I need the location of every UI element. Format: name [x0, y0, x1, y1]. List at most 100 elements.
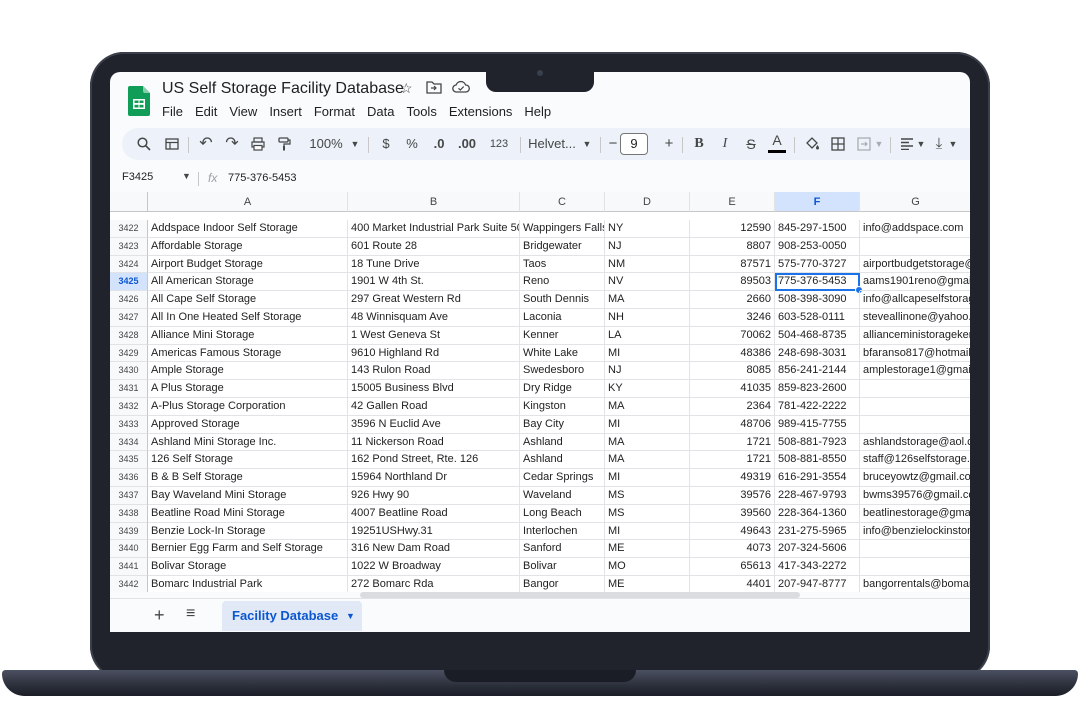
increase-decimal-button[interactable]: .00 [454, 128, 480, 160]
cell-e[interactable]: 12590 [690, 220, 775, 238]
cell-g[interactable]: steveallinone@yahoo.co [860, 309, 970, 327]
cell-f[interactable]: 207-324-5606 [775, 540, 860, 559]
row-header[interactable]: 3442 [110, 576, 148, 592]
vertical-align-dropdown-icon[interactable]: ▼ [948, 128, 958, 160]
menu-view[interactable]: View [229, 104, 257, 119]
cell-c[interactable]: Swedesboro [520, 362, 605, 381]
cell-g[interactable]: bangorrentals@bomarc [860, 576, 970, 592]
cell-a[interactable]: Americas Famous Storage [148, 344, 348, 363]
cell-d[interactable]: NV [605, 273, 690, 292]
column-header-a[interactable]: A [148, 192, 348, 212]
row-header[interactable]: 3438 [110, 504, 148, 523]
cell-e[interactable]: 8085 [690, 362, 775, 381]
cell-a[interactable]: Bernier Egg Farm and Self Storage [148, 540, 348, 559]
cell-c[interactable]: Bridgewater [520, 237, 605, 256]
cell-d[interactable]: LA [605, 326, 690, 345]
cell-d[interactable]: MI [605, 415, 690, 434]
row-header[interactable]: 3434 [110, 433, 148, 452]
cell-e[interactable]: 87571 [690, 255, 775, 274]
cell-b[interactable]: 11 Nickerson Road [348, 433, 520, 452]
cell-c[interactable]: Bangor [520, 576, 605, 592]
cell-f[interactable]: 845-297-1500 [775, 220, 860, 238]
menu-help[interactable]: Help [524, 104, 551, 119]
cell-f[interactable]: 781-422-2222 [775, 398, 860, 416]
cell-d[interactable]: MI [605, 522, 690, 541]
cell-a[interactable]: Beatline Road Mini Storage [148, 504, 348, 523]
cell-b[interactable]: 15005 Business Blvd [348, 380, 520, 398]
merge-cells-icon[interactable] [854, 128, 874, 160]
cell-b[interactable]: 316 New Dam Road [348, 540, 520, 559]
row-header[interactable]: 3437 [110, 487, 148, 505]
cell-a[interactable]: Alliance Mini Storage [148, 326, 348, 345]
cell-a[interactable]: All American Storage [148, 273, 348, 292]
cell-b[interactable]: 48 Winnisquam Ave [348, 309, 520, 327]
cell-b[interactable]: 926 Hwy 90 [348, 487, 520, 505]
row-header[interactable]: 3433 [110, 415, 148, 434]
redo-icon[interactable]: ↷ [222, 128, 242, 160]
cell-f[interactable]: 908-253-0050 [775, 237, 860, 256]
cell-f[interactable]: 616-291-3554 [775, 469, 860, 487]
cell-b[interactable]: 143 Rulon Road [348, 362, 520, 381]
cell-f[interactable]: 603-528-0111 [775, 309, 860, 327]
cell-g[interactable]: beatlinestorage@gmail. [860, 505, 970, 523]
cell-g[interactable]: bwms39576@gmail.com [860, 487, 970, 505]
cell-g[interactable]: bruceyowtz@gmail.com [860, 469, 970, 487]
text-color-button[interactable]: A [768, 128, 786, 153]
borders-icon[interactable] [828, 128, 848, 160]
cell-e[interactable]: 39576 [690, 487, 775, 505]
cell-d[interactable]: MI [605, 344, 690, 363]
column-header-g[interactable]: G [860, 192, 970, 212]
cell-g[interactable]: airportbudgetstorage@y [860, 256, 970, 274]
cell-b[interactable]: 1022 W Broadway [348, 558, 520, 576]
cell-g[interactable] [860, 416, 970, 434]
cell-a[interactable]: A Plus Storage [148, 380, 348, 398]
cell-c[interactable]: Wappingers Falls [520, 220, 605, 238]
cell-f[interactable]: 504-468-8735 [775, 326, 860, 345]
cell-a[interactable]: Addspace Indoor Self Storage [148, 220, 348, 238]
cell-g[interactable] [860, 540, 970, 559]
cell-e[interactable]: 65613 [690, 558, 775, 576]
strikethrough-button[interactable]: S [742, 128, 760, 160]
bold-button[interactable]: B [690, 128, 708, 160]
cell-e[interactable]: 2364 [690, 398, 775, 416]
cell-g[interactable]: amplestorage1@gmail.c [860, 362, 970, 381]
currency-format-button[interactable]: $ [378, 128, 394, 160]
cell-b[interactable]: 297 Great Western Rd [348, 291, 520, 309]
cell-b[interactable]: 1901 W 4th St. [348, 273, 520, 292]
cell-b[interactable]: 19251USHwy.31 [348, 522, 520, 541]
document-title[interactable]: US Self Storage Facility Database [162, 80, 404, 98]
row-header[interactable]: 3441 [110, 558, 148, 576]
paint-format-icon[interactable] [274, 128, 294, 160]
menu-tools[interactable]: Tools [406, 104, 436, 119]
cell-g[interactable]: allianceministoragekenr [860, 327, 970, 345]
all-sheets-icon[interactable]: ≡ [186, 605, 195, 623]
row-header[interactable]: 3431 [110, 380, 148, 398]
cell-b[interactable]: 15964 Northland Dr [348, 469, 520, 487]
row-header[interactable]: 3436 [110, 469, 148, 487]
cell-e[interactable]: 39560 [690, 504, 775, 523]
cell-f[interactable]: 508-881-7923 [775, 433, 860, 452]
cell-e[interactable]: 1721 [690, 451, 775, 470]
cell-c[interactable]: Bay City [520, 415, 605, 434]
cell-f[interactable]: 231-275-5965 [775, 522, 860, 541]
cell-c[interactable]: South Dennis [520, 291, 605, 309]
cell-f[interactable]: 859-823-2600 [775, 380, 860, 398]
menu-edit[interactable]: Edit [195, 104, 217, 119]
cell-e[interactable]: 41035 [690, 380, 775, 398]
column-header-c[interactable]: C [520, 192, 605, 212]
cell-b[interactable]: 162 Pond Street, Rte. 126 [348, 451, 520, 470]
column-header-d[interactable]: D [605, 192, 690, 212]
increase-font-size-button[interactable]: + [662, 128, 676, 160]
sheet-tab-dropdown-icon[interactable]: ▼ [346, 601, 355, 631]
cell-b[interactable]: 272 Bomarc Rda [348, 576, 520, 592]
cell-g[interactable]: info@addspace.com [860, 220, 970, 238]
cell-d[interactable]: MI [605, 469, 690, 487]
cell-d[interactable]: ME [605, 540, 690, 559]
cell-f[interactable]: 856-241-2144 [775, 362, 860, 381]
cell-e[interactable]: 8807 [690, 237, 775, 256]
cell-f[interactable]: 228-364-1360 [775, 504, 860, 523]
cell-c[interactable]: Reno [520, 273, 605, 292]
cell-f[interactable]: 775-376-5453 [775, 273, 863, 295]
row-header[interactable]: 3429 [110, 344, 148, 363]
cell-f[interactable]: 508-881-8550 [775, 451, 860, 470]
